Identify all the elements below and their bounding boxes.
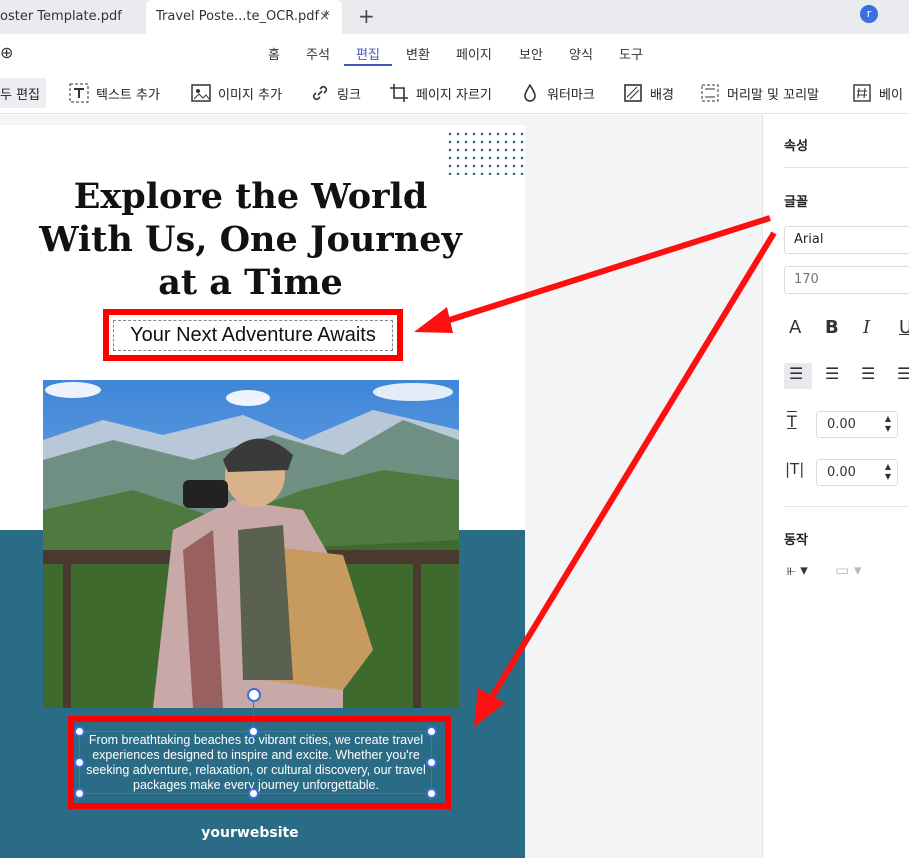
edit-toolbar: 두 편집 텍스트 추가 이미지 추가 링크 페이지 자르기 워터마크 배경 머리… xyxy=(0,72,909,114)
bold-icon[interactable]: B xyxy=(825,317,839,338)
resize-handle-bottom-left[interactable] xyxy=(74,788,85,799)
align-left-icon[interactable]: ☰ xyxy=(789,364,803,383)
resize-handle-top-left[interactable] xyxy=(74,726,85,737)
align-right-icon[interactable]: ☰ xyxy=(861,364,875,383)
header-footer-button[interactable]: 머리말 및 꼬리말 xyxy=(699,80,819,106)
distribute-objects-icon: ▭ ▾ xyxy=(835,561,862,579)
website-text[interactable]: yourwebsite xyxy=(0,825,500,841)
tab-travel-poster[interactable]: Travel Poste...te_OCR.pdf * × xyxy=(146,0,342,34)
add-text-button[interactable]: 텍스트 추가 xyxy=(68,80,160,106)
traveler-photo[interactable] xyxy=(43,380,459,708)
tool-label: 머리말 및 꼬리말 xyxy=(727,87,819,103)
background-icon xyxy=(624,84,642,102)
tool-label: 링크 xyxy=(337,87,361,103)
menu-home[interactable]: 홈 xyxy=(268,44,280,63)
body-paragraph[interactable]: From breathtaking beaches to vibrant cit… xyxy=(78,733,434,793)
menu-edit[interactable]: 편집 xyxy=(356,44,380,63)
active-menu-indicator xyxy=(344,64,392,66)
resize-handle-top[interactable] xyxy=(248,726,259,737)
link-icon xyxy=(312,85,328,101)
tab-bar: oster Template.pdf Travel Poste...te_OCR… xyxy=(0,0,909,34)
font-color-icon[interactable]: A xyxy=(789,317,801,338)
font-family-select[interactable]: Arial xyxy=(784,226,909,254)
tab-poster-template[interactable]: oster Template.pdf xyxy=(0,0,140,34)
menu-comment[interactable]: 주석 xyxy=(306,44,330,63)
divider xyxy=(784,167,909,168)
menu-tools[interactable]: 도구 xyxy=(619,44,643,63)
tool-label: 배경 xyxy=(650,87,674,103)
tool-label: 두 편집 xyxy=(0,87,41,103)
header-footer-icon xyxy=(701,84,719,102)
tool-label: 텍스트 추가 xyxy=(96,87,160,103)
properties-heading: 속성 xyxy=(784,139,808,154)
zoom-in-icon[interactable]: ⊕ xyxy=(0,43,13,62)
align-center-icon[interactable]: ☰ xyxy=(825,364,839,383)
menu-page[interactable]: 페이지 xyxy=(456,44,492,63)
edit-all-button[interactable]: 두 편집 xyxy=(0,78,47,108)
tool-label: 베이 xyxy=(879,87,903,103)
resize-handle-top-right[interactable] xyxy=(426,726,437,737)
poster-title[interactable]: Explore the World With Us, One Journey a… xyxy=(28,175,473,304)
avatar[interactable]: r xyxy=(860,5,878,23)
subtitle-text-box[interactable]: Your Next Adventure Awaits xyxy=(113,320,393,351)
font-size-select[interactable]: 170 xyxy=(784,266,909,294)
background-button[interactable]: 배경 xyxy=(622,80,674,106)
bates-icon xyxy=(853,84,871,102)
font-heading: 글꼴 xyxy=(784,195,808,210)
properties-panel: 속성 글꼴 Arial 170 A B I U ☰ ☰ ☰ ☰ T 0.00 ▲… xyxy=(762,115,909,858)
resize-handle-bottom-right[interactable] xyxy=(426,788,437,799)
add-image-button[interactable]: 이미지 추가 xyxy=(190,80,282,106)
stepper-arrows-icon[interactable]: ▲ ▼ xyxy=(885,462,891,482)
align-objects-icon[interactable]: ⫦ ▾ xyxy=(787,561,808,579)
resize-handle-bottom[interactable] xyxy=(248,788,259,799)
crop-icon xyxy=(390,84,408,102)
close-icon[interactable]: × xyxy=(319,0,330,34)
tab-label: Travel Poste...te_OCR.pdf * xyxy=(156,9,330,24)
watermark-icon xyxy=(524,83,536,102)
menu-form[interactable]: 양식 xyxy=(569,44,593,63)
line-spacing-input[interactable]: 0.00 ▲ ▼ xyxy=(816,459,898,486)
menu-bar: ⊕ 홈 주석 편집 변환 페이지 보안 양식 도구 xyxy=(0,34,909,72)
crop-page-button[interactable]: 페이지 자르기 xyxy=(388,80,492,106)
italic-icon[interactable]: I xyxy=(863,317,870,338)
add-image-icon xyxy=(191,84,211,102)
rotate-handle[interactable] xyxy=(247,688,261,702)
divider xyxy=(784,506,909,507)
menu-security[interactable]: 보안 xyxy=(519,44,543,63)
dot-pattern-decoration xyxy=(446,130,525,175)
tool-label: 페이지 자르기 xyxy=(416,87,492,103)
link-button[interactable]: 링크 xyxy=(309,80,361,106)
char-spacing-icon: T xyxy=(787,412,797,431)
underline-icon[interactable]: U xyxy=(899,317,909,338)
menu-convert[interactable]: 변환 xyxy=(406,44,430,63)
line-spacing-value: 0.00 xyxy=(827,465,856,480)
add-text-icon xyxy=(69,83,89,103)
pdf-page: Explore the World With Us, One Journey a… xyxy=(0,125,525,858)
align-justify-icon[interactable]: ☰ xyxy=(897,364,909,383)
watermark-button[interactable]: 워터마크 xyxy=(519,80,595,106)
char-spacing-input[interactable]: 0.00 ▲ ▼ xyxy=(816,411,898,438)
tool-label: 이미지 추가 xyxy=(218,87,282,103)
bates-button[interactable]: 베이 xyxy=(851,80,903,106)
action-heading: 동작 xyxy=(784,533,808,548)
tool-label: 워터마크 xyxy=(547,87,595,103)
resize-handle-left[interactable] xyxy=(74,757,85,768)
line-spacing-icon: |T| xyxy=(785,460,805,478)
char-spacing-value: 0.00 xyxy=(827,417,856,432)
resize-handle-right[interactable] xyxy=(426,757,437,768)
stepper-arrows-icon[interactable]: ▲ ▼ xyxy=(885,414,891,434)
new-tab-button[interactable]: + xyxy=(358,0,375,32)
